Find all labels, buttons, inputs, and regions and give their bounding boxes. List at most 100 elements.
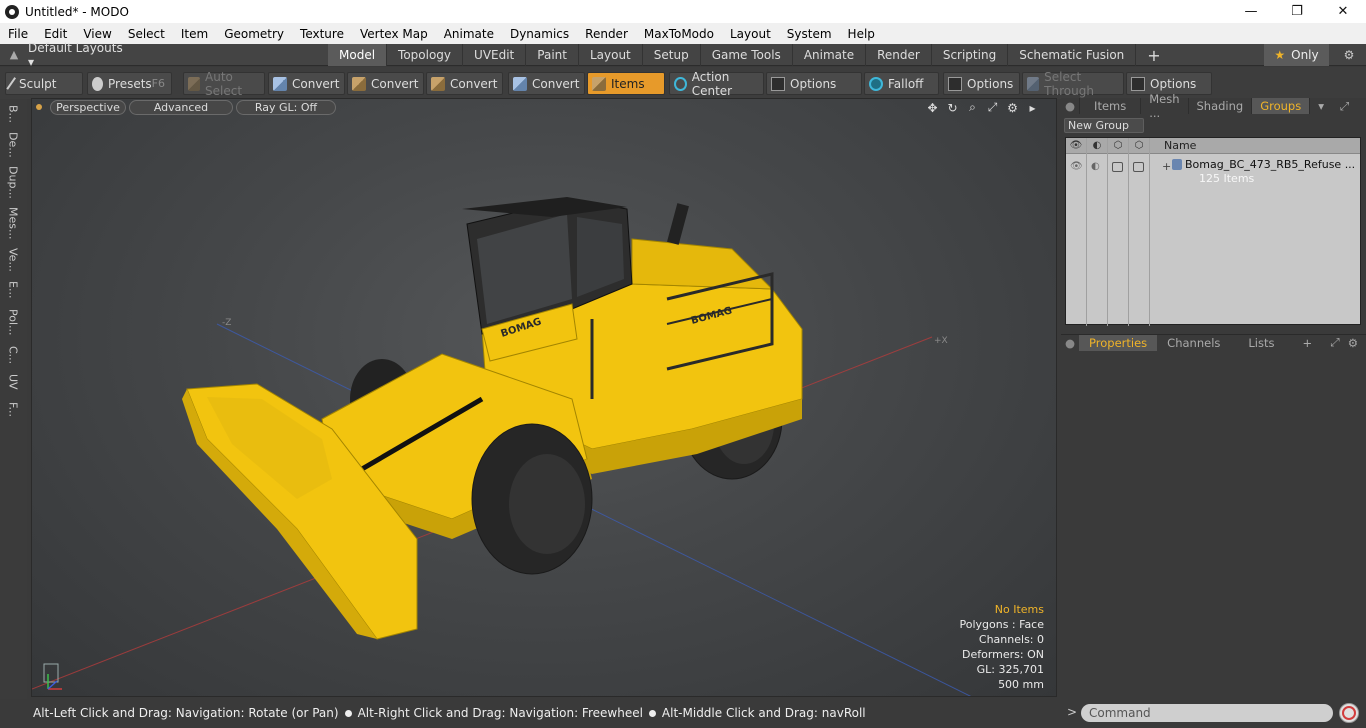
add-tab-plus-icon[interactable]: +: [1293, 335, 1323, 351]
panel-menu-dot-icon[interactable]: ●: [1061, 98, 1081, 114]
items-icon: [592, 76, 606, 91]
tab-setup[interactable]: Setup: [643, 44, 701, 66]
right-panel: ● Items Mesh ... Shading Groups ▾ ⤢ ⚙ Ne…: [1061, 92, 1366, 726]
convert-button-3[interactable]: Convert: [426, 72, 503, 95]
tab-model[interactable]: Model: [328, 44, 388, 66]
new-group-button[interactable]: New Group: [1064, 118, 1144, 133]
perspective-button[interactable]: Perspective: [50, 100, 126, 115]
scene-canvas[interactable]: -Z +X BOMAG BOMAG: [32, 99, 1057, 697]
menu-file[interactable]: File: [0, 27, 36, 41]
tab-game-tools[interactable]: Game Tools: [701, 44, 793, 66]
strip-tab-fusion[interactable]: F...: [4, 395, 22, 425]
strip-tab-uv[interactable]: UV: [4, 371, 22, 393]
tab-topology[interactable]: Topology: [387, 44, 464, 66]
tab-animate[interactable]: Animate: [793, 44, 867, 66]
raygl-button[interactable]: Ray GL: Off: [236, 100, 336, 115]
group-row[interactable]: 👁 ◐ + Bomag_BC_473_RB5_Refuse ... 125 It…: [1066, 138, 1360, 326]
menu-layout[interactable]: Layout: [722, 27, 779, 41]
record-icon[interactable]: [1339, 703, 1359, 723]
rotate-icon[interactable]: ↻: [945, 101, 960, 115]
strip-tab-basic[interactable]: B...: [4, 101, 22, 127]
minimize-icon[interactable]: —: [1228, 0, 1274, 23]
strip-tab-edge[interactable]: E...: [4, 277, 22, 303]
menu-system[interactable]: System: [779, 27, 840, 41]
pan-icon[interactable]: ✥: [925, 101, 940, 115]
menu-view[interactable]: View: [75, 27, 119, 41]
gear-icon[interactable]: ⚙: [1338, 44, 1360, 66]
tab-properties[interactable]: Properties: [1079, 334, 1158, 351]
menu-item[interactable]: Item: [173, 27, 216, 41]
items-button[interactable]: Items: [587, 72, 665, 95]
tab-items[interactable]: Items: [1080, 98, 1142, 114]
falloff-button[interactable]: Falloff: [864, 72, 939, 95]
menu-help[interactable]: Help: [840, 27, 883, 41]
sculpt-button[interactable]: Sculpt: [5, 72, 83, 95]
front-right-rim: [509, 454, 585, 554]
tab-mesh[interactable]: Mesh ...: [1141, 92, 1189, 120]
auto-select-button[interactable]: Auto Select: [183, 70, 265, 98]
strip-tab-mesh-edit[interactable]: Mes...: [4, 203, 22, 243]
layout-toggle-icon[interactable]: ▲: [0, 48, 28, 61]
restore-icon[interactable]: ❐: [1274, 0, 1320, 23]
status-hint-freewheel: Alt-Right Click and Drag: Navigation: Fr…: [357, 706, 643, 720]
tab-lists[interactable]: Lists: [1230, 335, 1292, 351]
tab-layout[interactable]: Layout: [579, 44, 643, 66]
select-through-button[interactable]: Select Through: [1022, 70, 1124, 98]
menu-texture[interactable]: Texture: [292, 27, 352, 41]
expand-panel-icon[interactable]: ⤢: [1332, 98, 1357, 114]
tab-channels[interactable]: Channels: [1157, 335, 1230, 351]
panel-settings-icon[interactable]: ⚙: [1357, 98, 1366, 114]
tab-uvedit[interactable]: UVEdit: [463, 44, 527, 66]
convert-button-1[interactable]: Convert: [268, 72, 345, 95]
menu-animate[interactable]: Animate: [436, 27, 502, 41]
tab-render[interactable]: Render: [866, 44, 932, 66]
layout-select[interactable]: Default Layouts ▾: [28, 41, 128, 69]
strip-tab-curve[interactable]: C...: [4, 341, 22, 369]
close-icon[interactable]: ✕: [1320, 0, 1366, 23]
tab-shading[interactable]: Shading: [1189, 98, 1253, 114]
convert-button-2[interactable]: Convert: [347, 72, 424, 95]
viewport-settings-icon[interactable]: ⚙: [1005, 101, 1020, 115]
group-name[interactable]: Bomag_BC_473_RB5_Refuse ...: [1185, 158, 1355, 171]
strip-tab-vertex[interactable]: Ve...: [4, 245, 22, 275]
tab-groups[interactable]: Groups: [1252, 98, 1311, 114]
strip-tab-deform[interactable]: De...: [4, 129, 22, 161]
presets-button[interactable]: Presets F6: [87, 72, 172, 95]
menu-render[interactable]: Render: [577, 27, 636, 41]
menu-select[interactable]: Select: [120, 27, 173, 41]
name-column-header[interactable]: Name: [1150, 139, 1196, 152]
menu-geometry[interactable]: Geometry: [216, 27, 292, 41]
action-center-button[interactable]: Action Center: [669, 70, 764, 98]
menu-vertex-map[interactable]: Vertex Map: [352, 27, 436, 41]
tabs-dropdown-icon[interactable]: ▾: [1310, 98, 1332, 114]
advanced-button[interactable]: Advanced: [129, 100, 233, 115]
viewport-menu-dot-icon[interactable]: [36, 104, 42, 110]
expand-group-icon[interactable]: +: [1162, 160, 1171, 173]
menu-edit[interactable]: Edit: [36, 27, 75, 41]
strip-tab-duplicate[interactable]: Dup...: [4, 163, 22, 201]
zoom-icon[interactable]: ⌕: [965, 100, 980, 115]
strip-tab-polygon[interactable]: Pol...: [4, 305, 22, 339]
options-button-2[interactable]: Options: [943, 72, 1020, 95]
menu-dynamics[interactable]: Dynamics: [502, 27, 577, 41]
tab-paint[interactable]: Paint: [526, 44, 579, 66]
command-input[interactable]: Command: [1081, 704, 1333, 722]
expand-arrow-icon[interactable]: ▸: [1025, 101, 1040, 115]
properties-settings-icon[interactable]: ⚙: [1344, 335, 1366, 351]
fit-icon[interactable]: ⤢: [985, 100, 1000, 115]
menu-maxtomodo[interactable]: MaxToModo: [636, 27, 722, 41]
options-button-1[interactable]: Options: [766, 72, 862, 95]
convert-button-4[interactable]: Convert: [508, 72, 585, 95]
add-tab-icon[interactable]: +: [1136, 44, 1171, 66]
separator-dot-icon: [648, 709, 656, 717]
visibility-eye-icon[interactable]: 👁: [1070, 161, 1083, 172]
select-checkbox[interactable]: [1133, 162, 1144, 172]
only-button[interactable]: ★ Only: [1264, 44, 1329, 66]
expand-properties-icon[interactable]: ⤢: [1326, 335, 1343, 351]
tab-scripting[interactable]: Scripting: [932, 44, 1009, 66]
lock-checkbox[interactable]: [1112, 162, 1123, 172]
tab-schematic-fusion[interactable]: Schematic Fusion: [1008, 44, 1137, 66]
render-toggle-icon[interactable]: ◐: [1091, 161, 1100, 172]
3d-viewport[interactable]: -Z +X BOMAG BOMAG Perspective Advanced R…: [31, 98, 1057, 697]
properties-menu-dot-icon[interactable]: ●: [1061, 335, 1079, 351]
